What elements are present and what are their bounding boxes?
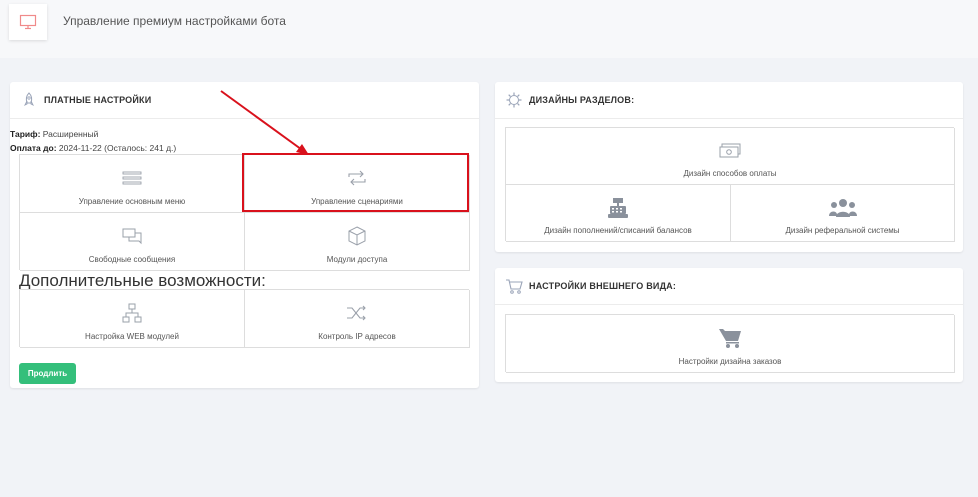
tile-orders-design[interactable]: Настройки дизайна заказов bbox=[506, 315, 955, 373]
tile-balance-design[interactable]: Дизайн пополнений/списаний балансов bbox=[506, 185, 731, 242]
tile-label: Контроль IP адресов bbox=[318, 332, 396, 341]
cart-icon bbox=[718, 315, 742, 357]
tariff-value: Расширенный bbox=[42, 129, 99, 139]
appearance-title: НАСТРОЙКИ ВНЕШНЕГО ВИДА: bbox=[529, 281, 677, 291]
tile-label: Дизайн способов оплаты bbox=[683, 169, 777, 178]
cube-icon bbox=[347, 213, 367, 255]
sitemap-icon bbox=[122, 290, 142, 332]
cash-register-icon bbox=[607, 185, 629, 226]
tile-label: Дизайн пополнений/списаний балансов bbox=[544, 226, 692, 235]
appearance-grid: Настройки дизайна заказов bbox=[505, 314, 955, 373]
tile-free-messages[interactable]: Свободные сообщения bbox=[20, 213, 245, 271]
highlight-box bbox=[242, 153, 469, 212]
appearance-header: НАСТРОЙКИ ВНЕШНЕГО ВИДА: bbox=[495, 268, 963, 305]
tile-label: Настройки дизайна заказов bbox=[678, 357, 782, 366]
extend-button[interactable]: Продлить bbox=[19, 363, 76, 384]
tile-access-modules[interactable]: Модули доступа bbox=[245, 213, 470, 271]
monitor-icon bbox=[9, 4, 47, 40]
chat-icon bbox=[121, 213, 143, 255]
tile-referral-design[interactable]: Дизайн реферальной системы bbox=[731, 185, 955, 242]
shuffle-icon bbox=[346, 290, 368, 332]
page-title: Управление премиум настройками бота bbox=[63, 14, 286, 28]
tile-label: Модули доступа bbox=[326, 255, 388, 264]
tariff-label: Тариф: bbox=[10, 129, 41, 139]
payment-line: Оплата до: 2024-11-22 (Осталось: 241 д.) bbox=[10, 143, 176, 153]
gear-icon bbox=[505, 91, 523, 109]
users-icon bbox=[828, 185, 858, 226]
paid-settings-title: ПЛАТНЫЕ НАСТРОЙКИ bbox=[44, 95, 152, 105]
list-icon bbox=[122, 155, 142, 197]
designs-grid: Дизайн способов оплаты Дизайн пополнений… bbox=[505, 127, 955, 242]
section-designs-title: ДИЗАЙНЫ РАЗДЕЛОВ: bbox=[529, 95, 635, 105]
money-icon bbox=[718, 128, 742, 169]
extra-tiles-grid: Настройка WEB модулей Контроль IP адресо… bbox=[19, 289, 470, 348]
tile-web-modules[interactable]: Настройка WEB модулей bbox=[20, 290, 245, 348]
tile-label: Дизайн реферальной системы bbox=[785, 226, 900, 235]
rocket-icon bbox=[20, 91, 38, 109]
cart-outline-icon bbox=[505, 277, 523, 295]
section-designs-header: ДИЗАЙНЫ РАЗДЕЛОВ: bbox=[495, 82, 963, 119]
tile-label: Настройка WEB модулей bbox=[85, 332, 179, 341]
extra-features-title: Дополнительные возможности: bbox=[19, 271, 266, 290]
tariff-line: Тариф: Расширенный bbox=[10, 129, 98, 139]
payment-value: 2024-11-22 (Осталось: 241 д.) bbox=[58, 143, 177, 153]
paid-settings-header: ПЛАТНЫЕ НАСТРОЙКИ bbox=[10, 82, 479, 119]
tile-ip-control[interactable]: Контроль IP адресов bbox=[245, 290, 470, 348]
tile-main-menu[interactable]: Управление основным меню bbox=[20, 155, 245, 213]
tile-label: Управление основным меню bbox=[78, 197, 186, 206]
tile-payment-methods-design[interactable]: Дизайн способов оплаты bbox=[506, 128, 955, 185]
tile-label: Свободные сообщения bbox=[88, 255, 176, 264]
payment-label: Оплата до: bbox=[10, 143, 57, 153]
top-bar: Управление премиум настройками бота bbox=[0, 0, 978, 58]
